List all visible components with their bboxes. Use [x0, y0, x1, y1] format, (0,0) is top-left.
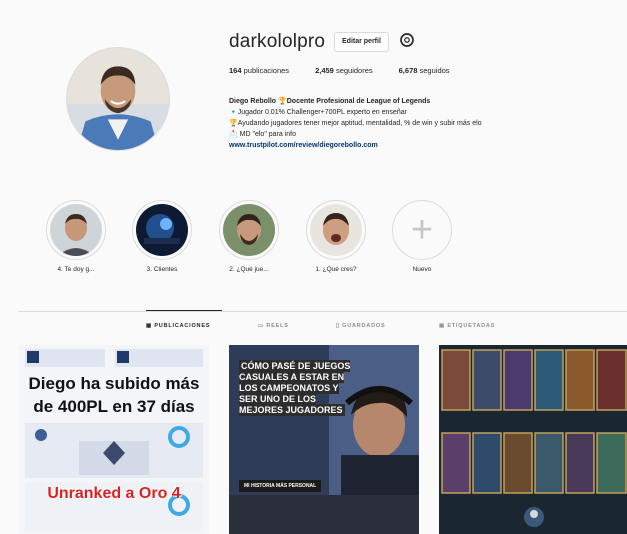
highlight-label: 1. ¿Qué cres? — [315, 266, 357, 273]
bio-name-line: Diego Rebollo 🏆Docente Profesional de Le… — [229, 96, 619, 107]
following-stat[interactable]: 6,678 seguidos — [399, 66, 450, 75]
edit-profile-button[interactable]: Editar perfil — [334, 32, 389, 52]
highlight-item[interactable]: 3. Clientes — [127, 200, 197, 273]
highlight-thumbnail — [223, 204, 275, 256]
new-highlight-button[interactable]: + Nuevo — [387, 200, 457, 273]
highlight-label: Nuevo — [412, 266, 432, 273]
post-background — [439, 345, 627, 534]
highlight-thumbnail — [50, 204, 102, 256]
tabs-divider — [18, 311, 627, 312]
highlight-ring: + — [392, 200, 452, 260]
post-thumbnail[interactable]: Diego ha subido más de 400PL en 37 días … — [19, 345, 209, 534]
bookmark-icon: ▯ — [336, 323, 340, 329]
bio-title: Docente Profesional de League of Legends — [286, 98, 431, 105]
bio-link[interactable]: www.trustpilot.com/review/diegorebollo.c… — [229, 140, 619, 151]
highlight-item[interactable]: 1. ¿Qué cres? — [301, 200, 371, 273]
highlight-ring — [46, 200, 106, 260]
profile-bio: Diego Rebollo 🏆Docente Profesional de Le… — [229, 96, 619, 151]
post-thumbnail[interactable] — [439, 345, 627, 534]
highlight-label: 2. ¿Qué jue... — [229, 266, 269, 273]
trophy-icon: 🏆 — [278, 98, 287, 105]
profile-avatar[interactable] — [66, 47, 170, 151]
followers-stat[interactable]: 2,459 seguidores — [315, 66, 373, 75]
post-tag-label: MI HISTORIA MÁS PERSONAL — [239, 480, 322, 492]
tab-posts[interactable]: ▦ PUBLICACIONES — [146, 323, 210, 329]
highlight-ring — [219, 200, 279, 260]
post-subtext: Unranked a Oro 4 — [47, 485, 181, 502]
highlight-item[interactable]: 4. Te doy g... — [41, 200, 111, 273]
display-name: Diego Rebollo — [229, 98, 277, 105]
post-thumbnail[interactable]: CÓMO PASÉ DE JUEGOS CASUALES A ESTAR EN … — [229, 345, 419, 534]
tag-icon: ▣ — [439, 323, 445, 329]
highlight-ring — [132, 200, 192, 260]
post-headline: Diego ha subido más de 400PL en 37 días — [28, 374, 200, 416]
grid-icon: ▦ — [146, 323, 152, 329]
active-tab-indicator — [146, 310, 222, 311]
posts-stat[interactable]: 164 publicaciones — [229, 66, 289, 75]
highlight-thumbnail — [136, 204, 188, 256]
profile-stats: 164 publicaciones 2,459 seguidores 6,678… — [229, 66, 450, 75]
highlight-item[interactable]: 2. ¿Qué jue... — [214, 200, 284, 273]
highlight-label: 3. Clientes — [146, 266, 178, 273]
username: darkololpro — [229, 31, 326, 52]
post-caption-overlay: CÓMO PASÉ DE JUEGOS CASUALES A ESTAR EN … — [239, 360, 351, 416]
profile-photo — [67, 48, 169, 150]
bio-line-1: 🔹Jugador 0.01% Challenger+700PL experto … — [229, 109, 407, 116]
tab-saved[interactable]: ▯ GUARDADOS — [336, 323, 385, 329]
reels-icon: ▭ — [258, 323, 264, 329]
tab-reels[interactable]: ▭ REELS — [258, 323, 289, 329]
bio-line-2: 🏆Ayudando jugadores tener mejor aptitud,… — [229, 120, 482, 127]
bio-line-3: 📩 MD "elo" para info — [229, 131, 296, 138]
plus-icon: + — [410, 208, 434, 251]
tab-tagged[interactable]: ▣ ETIQUETADAS — [439, 323, 495, 329]
highlight-thumbnail — [310, 204, 362, 256]
highlight-ring — [306, 200, 366, 260]
highlight-label: 4. Te doy g... — [57, 266, 95, 273]
settings-gear-icon[interactable] — [398, 31, 416, 49]
